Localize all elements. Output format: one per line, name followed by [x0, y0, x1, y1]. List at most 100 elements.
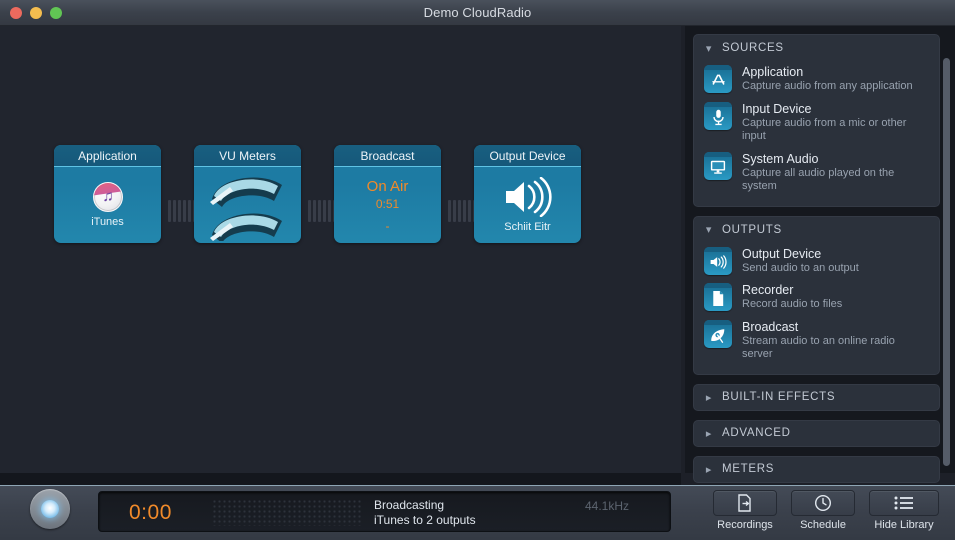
- library-group-advanced-title: ADVANCED: [722, 427, 791, 439]
- library-item-output-device-subtitle: Send audio to an output: [742, 261, 859, 274]
- node-output-device[interactable]: Output Device Schiit Eitr: [474, 145, 581, 243]
- library-item-broadcast-title: Broadcast: [742, 319, 799, 334]
- node-broadcast[interactable]: Broadcast On Air 0:51 -: [334, 145, 441, 243]
- library-item-recorder-text: Recorder Record audio to files: [742, 283, 842, 312]
- recordings-button-label: Recordings: [717, 519, 773, 531]
- library-item-application[interactable]: Application Capture audio from any appli…: [702, 61, 931, 98]
- status-display-time: 0:00: [129, 501, 172, 524]
- library-panel: ▾ SOURCES Application Capture audio from…: [685, 26, 955, 483]
- node-application-header: Application: [54, 145, 161, 167]
- schedule-button-box: [791, 490, 855, 516]
- library-item-system-audio[interactable]: System Audio Capture all audio played on…: [702, 148, 931, 198]
- library-item-application-text: Application Capture audio from any appli…: [742, 65, 913, 94]
- app-window: Demo CloudRadio Application ♫ iTunes VU …: [0, 0, 955, 540]
- hide-library-button[interactable]: Hide Library: [869, 490, 939, 531]
- library-item-input-device-text: Input Device Capture audio from a mic or…: [742, 102, 927, 144]
- status-display-line1: Broadcasting: [374, 498, 445, 512]
- library-group-sources-header[interactable]: ▾ SOURCES: [694, 35, 939, 61]
- library-scrollbar[interactable]: [943, 58, 950, 496]
- library-group-outputs: ▾ OUTPUTS Output Device Send audio to an…: [693, 215, 940, 375]
- node-application[interactable]: Application ♫ iTunes: [54, 145, 161, 243]
- status-display: 0:00 Broadcasting iTunes to 2 outputs 44…: [98, 491, 671, 532]
- hide-library-button-label: Hide Library: [874, 519, 934, 531]
- status-display-line2: iTunes to 2 outputs: [374, 513, 476, 527]
- library-item-broadcast[interactable]: Broadcast Stream audio to an online radi…: [702, 316, 931, 366]
- library-item-recorder-title: Recorder: [742, 283, 794, 297]
- schedule-button[interactable]: Schedule: [791, 490, 855, 531]
- connector-1: [168, 200, 196, 222]
- canvas-bottom-edge: [0, 473, 681, 485]
- node-broadcast-body: On Air 0:51 -: [334, 167, 441, 243]
- node-output-device-body: Schiit Eitr: [474, 167, 581, 243]
- library-item-output-device[interactable]: Output Device Send audio to an output: [702, 243, 931, 280]
- library-item-recorder-subtitle: Record audio to files: [742, 298, 843, 310]
- library-item-output-device-text: Output Device Send audio to an output: [742, 247, 859, 276]
- chevron-down-icon: ▾: [705, 42, 713, 55]
- clock-icon: [814, 494, 832, 512]
- chevron-right-icon: ▸: [705, 391, 713, 404]
- speaker-icon: [704, 246, 732, 275]
- library-group-sources: ▾ SOURCES Application Capture audio from…: [693, 34, 940, 207]
- status-display-sample-rate: 44.1kHz: [584, 499, 630, 513]
- library-group-outputs-items: Output Device Send audio to an output Re…: [694, 243, 939, 374]
- app-store-icon: [704, 65, 732, 93]
- chevron-right-icon: ▸: [705, 427, 713, 440]
- library-item-application-subtitle: Capture audio from any application: [742, 80, 913, 92]
- library-item-input-device[interactable]: Input Device Capture audio from a mic or…: [702, 98, 931, 148]
- monitor-icon: [704, 151, 732, 180]
- broadcast-detail: -: [385, 218, 390, 233]
- node-vu-meters-header: VU Meters: [194, 145, 301, 167]
- recordings-button-box: [713, 490, 777, 516]
- library-item-recorder[interactable]: Recorder Record audio to files: [702, 279, 931, 316]
- itunes-icon: ♫: [92, 182, 123, 212]
- broadcast-status: On Air: [366, 177, 409, 195]
- library-item-system-audio-text: System Audio Capture all audio played on…: [742, 152, 927, 194]
- power-indicator: [41, 500, 59, 518]
- vu-meter-icon: [209, 177, 282, 241]
- node-broadcast-header: Broadcast: [334, 145, 441, 167]
- node-output-device-header: Output Device: [474, 145, 581, 167]
- broadcast-time: 0:51: [375, 196, 400, 211]
- library-group-outputs-header[interactable]: ▾ OUTPUTS: [694, 217, 939, 243]
- library-group-meters-title: METERS: [722, 463, 775, 475]
- power-toggle-button[interactable]: [30, 489, 70, 529]
- library-group-built-in-effects[interactable]: ▸ BUILT-IN EFFECTS: [693, 383, 940, 411]
- document-icon: [704, 283, 732, 311]
- hide-library-button-box: [869, 490, 939, 516]
- node-application-caption: iTunes: [91, 216, 124, 228]
- library-group-built-in-effects-title: BUILT-IN EFFECTS: [722, 391, 836, 403]
- list-icon: [894, 496, 913, 510]
- chevron-right-icon: ▸: [705, 463, 713, 476]
- node-canvas[interactable]: Application ♫ iTunes VU Meters Broadcast…: [0, 26, 681, 473]
- speaker-icon: [505, 177, 552, 217]
- recordings-button[interactable]: Recordings: [713, 490, 777, 531]
- library-item-input-device-title: Input Device: [742, 101, 812, 116]
- recordings-icon: [738, 494, 751, 512]
- library-item-system-audio-title: System Audio: [742, 151, 819, 166]
- library-group-sources-title: SOURCES: [722, 42, 784, 54]
- library-scrollbar-thumb[interactable]: [943, 58, 950, 466]
- library-item-broadcast-subtitle: Stream audio to an online radio server: [742, 334, 895, 361]
- library-item-broadcast-text: Broadcast Stream audio to an online radi…: [742, 320, 927, 362]
- library-group-meters[interactable]: ▸ METERS: [693, 455, 940, 483]
- library-group-advanced[interactable]: ▸ ADVANCED: [693, 419, 940, 447]
- status-display-texture: [212, 499, 362, 526]
- node-vu-meters[interactable]: VU Meters: [194, 145, 301, 243]
- library-item-input-device-subtitle: Capture audio from a mic or other input: [742, 116, 907, 143]
- toolbar-buttons: Recordings Schedule Hide Library: [713, 490, 939, 531]
- schedule-button-label: Schedule: [800, 519, 846, 531]
- library-group-outputs-title: OUTPUTS: [722, 223, 782, 236]
- library-item-application-title: Application: [742, 65, 804, 79]
- connector-2: [308, 200, 336, 222]
- title-bar: Demo CloudRadio: [0, 0, 955, 26]
- satellite-dish-icon: [704, 319, 732, 348]
- library-item-output-device-title: Output Device: [742, 246, 822, 261]
- node-vu-meters-body: [194, 167, 301, 243]
- chevron-down-icon: ▾: [705, 224, 713, 236]
- microphone-icon: [704, 101, 732, 130]
- library-item-system-audio-subtitle: Capture all audio played on the system: [742, 166, 895, 193]
- node-application-body: ♫ iTunes: [54, 167, 161, 243]
- connector-3: [448, 200, 476, 222]
- window-title: Demo CloudRadio: [423, 5, 532, 20]
- library-group-sources-items: Application Capture audio from any appli…: [694, 61, 939, 206]
